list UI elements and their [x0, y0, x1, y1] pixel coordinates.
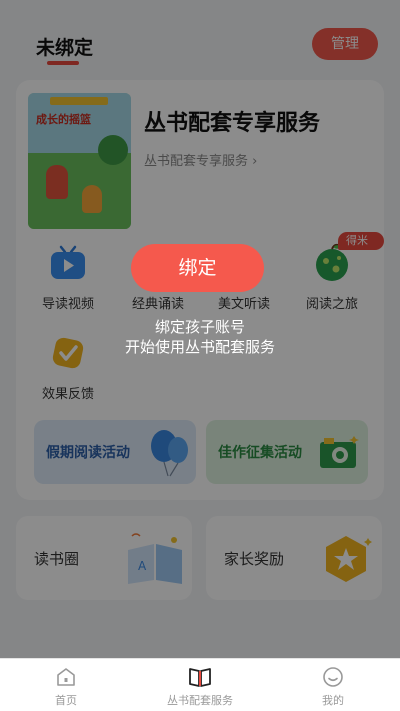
open-book-icon — [189, 668, 211, 687]
tab-home[interactable]: 首页 — [11, 659, 121, 711]
tab-label: 我的 — [322, 694, 344, 707]
bind-prompt-line2: 开始使用丛书配套服务 — [124, 338, 275, 356]
tab-mine[interactable]: 我的 — [278, 659, 388, 711]
tab-label: 丛书配套服务 — [167, 694, 233, 707]
tab-label: 首页 — [55, 694, 77, 707]
bottom-tab-bar: 首页 丛书配套服务 我的 — [0, 658, 400, 711]
home-icon — [57, 668, 75, 686]
bind-prompt-line1: 绑定孩子账号 — [154, 318, 245, 336]
smiley-icon — [323, 667, 343, 687]
bind-button[interactable]: 绑定 — [131, 244, 264, 292]
tab-book-service[interactable]: 丛书配套服务 — [145, 659, 255, 711]
bind-overlay[interactable]: 绑定 绑定孩子账号 开始使用丛书配套服务 — [0, 0, 400, 658]
